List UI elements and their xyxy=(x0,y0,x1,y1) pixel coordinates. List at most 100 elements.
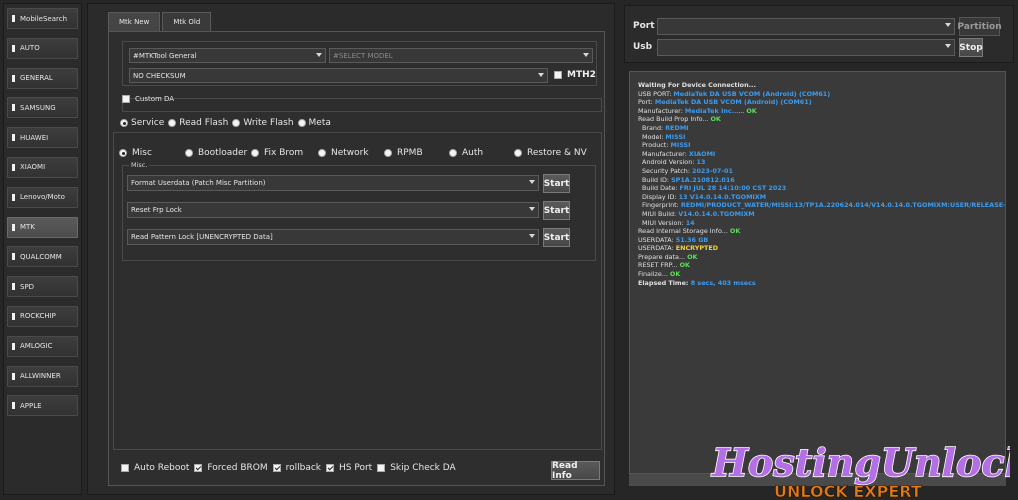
log-value: 8 secs, 403 msecs xyxy=(690,278,756,287)
log-label: Port: xyxy=(638,98,655,107)
options-row: Auto Reboot Forced BROM rollback HS Port Ski… xyxy=(121,463,461,473)
operation-select-value: Reset Frp Lock xyxy=(131,206,182,214)
sidebar-item-samsung[interactable]: SAMSUNG xyxy=(7,97,78,119)
stop-button[interactable]: Stop xyxy=(959,38,983,57)
submode-auth[interactable]: Auth xyxy=(449,148,483,158)
start-button[interactable]: Start xyxy=(543,201,570,220)
tab-content: #MTKTool General #SELECT MODEL NO CHECKS… xyxy=(108,31,605,486)
log-label: Android Version: xyxy=(642,158,697,167)
sidebar-item-mobilesearch[interactable]: MobileSearch xyxy=(7,8,78,29)
submode-misc[interactable]: Misc xyxy=(119,148,152,158)
submode-network[interactable]: Network xyxy=(318,148,369,158)
option-hs-port[interactable]: HS Port xyxy=(326,463,372,473)
sidebar-item-general[interactable]: GENERAL xyxy=(7,67,78,89)
read-info-button[interactable]: Read Info xyxy=(551,461,600,481)
radio-button[interactable] xyxy=(120,119,128,127)
tool-select[interactable]: #MTKTool General xyxy=(129,48,326,63)
usb-select[interactable] xyxy=(657,39,955,56)
bar-icon xyxy=(12,74,15,82)
mode-label: Service xyxy=(131,118,165,128)
sidebar-item-lenovo-moto[interactable]: Lenovo/Moto xyxy=(7,186,78,208)
mode-meta[interactable]: Meta xyxy=(297,118,331,128)
option-forced-brom[interactable]: Forced BROM xyxy=(194,463,268,473)
option-auto-reboot[interactable]: Auto Reboot xyxy=(121,463,189,473)
sidebar-item-amlogic[interactable]: AMLOGIC xyxy=(7,335,78,357)
submode-rpmb[interactable]: RPMB xyxy=(384,148,423,158)
radio-button[interactable] xyxy=(449,149,457,157)
sidebar-item-xiaomi[interactable]: XIAOMI xyxy=(7,156,78,178)
checkbox[interactable] xyxy=(121,464,129,472)
log-label: RESET FRP... xyxy=(638,261,680,270)
radio-button[interactable] xyxy=(251,149,259,157)
operation-select[interactable]: Format Userdata (Patch Misc Partition) xyxy=(127,175,539,191)
sidebar-item-rockchip[interactable]: ROCKCHIP xyxy=(7,305,78,327)
port-select[interactable] xyxy=(657,18,955,35)
log-label: USERDATA: xyxy=(638,244,676,253)
log-suffix-value: OK xyxy=(746,106,757,115)
operation-select[interactable]: Reset Frp Lock xyxy=(127,202,539,218)
partition-button[interactable]: Partition xyxy=(957,17,1002,36)
radio-button[interactable] xyxy=(297,119,306,127)
custom-da-checkbox[interactable] xyxy=(122,95,130,103)
log-label: Brand: xyxy=(642,123,666,132)
sidebar-item-auto[interactable]: AUTO xyxy=(7,37,78,59)
log-label: Build ID: xyxy=(642,175,672,184)
mth2-label: MTH2 xyxy=(567,70,596,80)
tool-select-value: #MTKTool General xyxy=(133,51,197,60)
sidebar-item-apple[interactable]: APPLE xyxy=(7,395,78,417)
start-button[interactable]: Start xyxy=(543,228,570,247)
operation-select[interactable]: Read Pattern Lock [UNENCRYPTED Data] xyxy=(127,229,539,245)
radio-button[interactable] xyxy=(318,149,326,157)
sidebar-item-qualcomm[interactable]: QUALCOMM xyxy=(7,246,78,268)
radio-button[interactable] xyxy=(384,149,392,157)
checkbox[interactable] xyxy=(377,464,386,472)
mth2-checkbox[interactable] xyxy=(554,71,562,79)
radio-button[interactable] xyxy=(119,149,127,157)
log-label: Display ID: xyxy=(642,192,679,201)
mode-write-flash[interactable]: Write Flash xyxy=(232,118,294,128)
log-line: Port: MediaTek DA USB VCOM (Android) (CO… xyxy=(638,98,997,107)
checkbox[interactable] xyxy=(272,464,281,472)
sidebar-item-label: GENERAL xyxy=(20,74,53,83)
sidebar-item-huawei[interactable]: HUAWEI xyxy=(7,127,78,149)
log-label: Manufacturer: xyxy=(638,106,685,115)
radio-button[interactable] xyxy=(185,149,193,157)
log-output[interactable]: Waiting For Device Connection... USB PORT… xyxy=(629,71,1006,486)
sidebar-item-label: ALLWINNER xyxy=(20,372,61,381)
log-value: MISSI xyxy=(670,141,691,150)
log-line: Fingerprint: REDMI/PRODUCT_WATER/MISSI:1… xyxy=(638,201,1005,210)
option-rollback[interactable]: rollback xyxy=(272,463,321,473)
mode-service[interactable]: Service xyxy=(120,118,164,128)
log-value: OK xyxy=(687,252,698,261)
bar-icon xyxy=(12,342,15,350)
start-button[interactable]: Start xyxy=(543,174,570,193)
sidebar-item-allwinner[interactable]: ALLWINNER xyxy=(7,365,78,387)
mode-read-flash[interactable]: Read Flash xyxy=(168,118,228,128)
bar-icon xyxy=(12,223,15,231)
tab-mtk-new[interactable]: Mtk New xyxy=(108,12,161,31)
sidebar-item-spd[interactable]: SPD xyxy=(7,276,78,298)
checkbox[interactable] xyxy=(326,464,335,472)
radio-button[interactable] xyxy=(232,119,241,127)
submode-bootloader[interactable]: Bootloader xyxy=(185,148,247,158)
chevron-down-icon xyxy=(529,234,535,238)
submode-restore-nv[interactable]: Restore & NV xyxy=(514,148,587,158)
submode-fix-brom[interactable]: Fix Brom xyxy=(251,148,303,158)
bar-icon xyxy=(12,134,15,142)
bar-icon xyxy=(12,104,15,112)
log-value: OK xyxy=(669,270,681,279)
checkbox[interactable] xyxy=(194,464,203,472)
chevron-down-icon xyxy=(529,180,535,184)
tab-bar: Mtk New Mtk Old xyxy=(108,12,213,31)
model-select[interactable]: #SELECT MODEL xyxy=(329,48,593,63)
log-line: Brand: REDMI xyxy=(638,124,997,133)
log-label: USB PORT: xyxy=(638,89,674,98)
main-panel: Mtk New Mtk Old #MTKTool General #SELECT… xyxy=(87,3,615,495)
checksum-select[interactable]: NO CHECKSUM xyxy=(129,68,548,83)
radio-button[interactable] xyxy=(514,149,522,157)
option-skip-check-da[interactable]: Skip Check DA xyxy=(377,463,456,473)
radio-button[interactable] xyxy=(168,119,177,127)
tab-mtk-old[interactable]: Mtk Old xyxy=(162,12,212,31)
model-select-placeholder: #SELECT MODEL xyxy=(333,51,393,60)
sidebar-item-mtk[interactable]: MTK xyxy=(7,216,78,238)
